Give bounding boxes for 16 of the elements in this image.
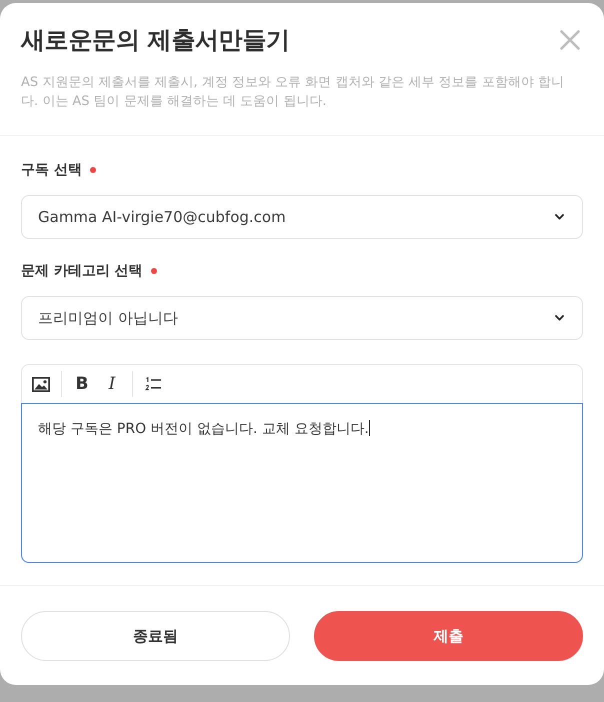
- chevron-down-icon: [555, 315, 564, 321]
- chevron-down-icon: [555, 214, 564, 220]
- dialog-title: 새로운문의 제출서만들기: [21, 25, 291, 55]
- close-icon: [560, 30, 580, 50]
- category-select[interactable]: 프리미엄이 아닙니다: [21, 296, 583, 340]
- dialog-description: AS 지원문의 제출서를 제출시, 계정 정보와 오류 화면 캡처와 같은 세부 정보를 포함해야 합니다. 이는 AS 팀이 문제를 해결하는 데 도움이 됩니다.: [21, 74, 565, 111]
- numbered-list-icon: [145, 377, 161, 391]
- field-label: 구독 선택: [21, 161, 82, 180]
- italic-button[interactable]: I: [100, 372, 124, 396]
- bold-button[interactable]: B: [70, 372, 94, 396]
- field-label: 문제 카테고리 선택: [21, 262, 143, 281]
- close-dialog-button[interactable]: 종료됨: [21, 611, 290, 661]
- message-field[interactable]: 해당 구독은 PRO 버전이 없습니다. 교체 요청합니다.: [21, 403, 583, 563]
- text-cursor-icon: [368, 420, 370, 436]
- image-icon: [32, 376, 50, 392]
- subscription-select[interactable]: Gamma AI-virgie70@cubfog.com: [21, 195, 583, 239]
